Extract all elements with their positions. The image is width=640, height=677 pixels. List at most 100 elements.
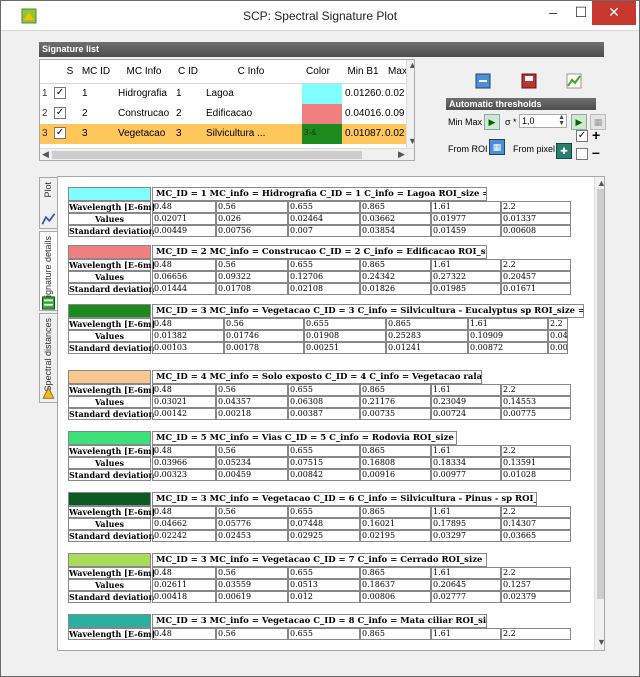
scroll-down-icon[interactable]: ▼ <box>597 637 604 647</box>
value-cell: 0.655 <box>288 445 360 457</box>
c-info-cell[interactable]: Silvicultura ... <box>206 128 296 139</box>
table-header: S MC ID MC Info C ID C Info Color Min B1… <box>40 60 414 84</box>
value-cell: 2.2 <box>548 318 568 330</box>
col-header-mc-info[interactable]: MC Info <box>114 66 174 77</box>
value-cell: 0.48 <box>152 201 216 213</box>
tab-signature-details-label: Signature details <box>43 236 53 304</box>
c-id-cell[interactable]: 2 <box>176 108 182 119</box>
add-checkbox[interactable]: ✓ <box>576 130 588 142</box>
table-vertical-scrollbar[interactable]: ▲ ▼ <box>406 60 414 148</box>
mc-id-cell[interactable]: 1 <box>82 88 88 99</box>
value-cell: 0.865 <box>360 628 431 640</box>
export-signature-icon[interactable] <box>521 73 537 89</box>
value-cell: 0.03021 <box>152 396 216 408</box>
value-cell: 0.865 <box>360 445 431 457</box>
from-pixel-button[interactable]: ✚ <box>556 143 572 159</box>
row-checkbox[interactable]: ✓ <box>54 87 66 99</box>
mc-info-cell[interactable]: Hidrografia <box>118 88 167 99</box>
tab-plot[interactable]: Plot <box>39 177 57 229</box>
table-horizontal-scrollbar[interactable]: ◀ ▶ <box>40 148 414 160</box>
col-header-mc-id[interactable]: MC ID <box>80 66 112 77</box>
color-swatch[interactable] <box>302 104 342 124</box>
row-label: Standard deviation <box>68 283 155 295</box>
row-label: Standard deviation <box>68 225 155 237</box>
value-cell: 0.05776 <box>216 518 288 530</box>
value-cell: 0.27322 <box>431 271 501 283</box>
sigma-spinbox[interactable]: 1,0 ▲ ▼ <box>519 114 567 128</box>
value-cell: 0.48 <box>152 506 216 518</box>
signature-details-panel[interactable]: MC_ID = 1 MC_info = Hidrografia C_ID = 1… <box>57 176 605 651</box>
scroll-thumb[interactable] <box>52 151 362 159</box>
value-cell: 0.14553 <box>501 396 571 408</box>
row-checkbox[interactable]: ✓ <box>54 127 66 139</box>
c-id-cell[interactable]: 1 <box>176 88 182 99</box>
value-cell: 0.48 <box>152 628 216 640</box>
spin-arrows-icon[interactable]: ▲ ▼ <box>558 114 565 127</box>
c-id-cell[interactable]: 3 <box>176 128 182 139</box>
value-cell: 0.00756 <box>216 225 288 237</box>
scroll-right-icon[interactable]: ▶ <box>398 149 405 160</box>
min-b1-cell: 0.01087... <box>345 128 385 139</box>
value-cell: 0.00103 <box>152 342 224 354</box>
c-info-cell[interactable]: Lagoa <box>206 88 296 99</box>
value-cell: 0.48 <box>152 445 216 457</box>
value-cell: 0.04415 <box>548 330 568 342</box>
value-cell: 1.61 <box>468 318 548 330</box>
scroll-up-icon[interactable]: ▲ <box>597 178 604 188</box>
mc-info-cell[interactable]: Construcao <box>118 108 169 119</box>
value-cell: 0.56 <box>216 445 288 457</box>
min-max-button[interactable]: ▶ <box>484 114 500 130</box>
value-cell: 0.00724 <box>431 408 501 420</box>
value-cell: 0.14307 <box>501 518 571 530</box>
value-cell: 0.1257 <box>501 579 571 591</box>
color-swatch[interactable]: 3-& <box>302 124 342 144</box>
row-label: Wavelength [E-6m] <box>68 201 156 213</box>
scroll-thumb[interactable] <box>597 189 604 599</box>
c-info-cell[interactable]: Edificacao <box>206 108 296 119</box>
mc-info-cell[interactable]: Vegetacao <box>118 128 165 139</box>
mc-id-cell[interactable]: 3 <box>82 128 88 139</box>
signature-color-swatch <box>68 431 151 445</box>
scroll-up-icon[interactable]: ▲ <box>408 60 414 70</box>
mc-id-cell[interactable]: 2 <box>82 108 88 119</box>
table-row-selected[interactable]: 3 ✓ 3 Vegetacao 3 Silvicultura ... 3-& 0… <box>40 124 406 144</box>
plus-icon: + <box>592 127 601 143</box>
col-header-color[interactable]: Color <box>298 66 338 77</box>
tab-spectral-distances[interactable]: Spectral distances <box>39 313 57 403</box>
table-row[interactable]: 2 ✓ 2 Construcao 2 Edificacao 0.04016...… <box>40 104 406 124</box>
minimize-button[interactable]: – <box>538 1 568 25</box>
signature-title: MC_ID = 2 MC_info = Construcao C_ID = 2 … <box>152 245 487 259</box>
value-cell: 0.00142 <box>152 408 216 420</box>
value-cell: 0.865 <box>386 318 468 330</box>
value-cell: 0.00218 <box>216 408 288 420</box>
max-b1-cell: 0.02118... <box>385 128 405 139</box>
col-header-min-b1[interactable]: Min B1 <box>342 66 384 77</box>
table-row[interactable]: 1 ✓ 1 Hidrografia 1 Lagoa 0.01260... 0.0… <box>40 84 406 104</box>
value-cell: 0.655 <box>288 628 360 640</box>
signature-list-table[interactable]: S MC ID MC Info C ID C Info Color Min B1… <box>39 59 415 161</box>
scroll-down-icon[interactable]: ▼ <box>408 136 414 146</box>
sigma-apply-button[interactable]: ▶ <box>571 114 587 130</box>
value-cell: 0.03297 <box>431 530 501 542</box>
row-checkbox[interactable]: ✓ <box>54 107 66 119</box>
value-cell: 2.2 <box>501 259 571 271</box>
close-button[interactable]: ✕ <box>592 1 636 25</box>
col-header-s[interactable]: S <box>64 66 76 77</box>
value-cell: 0.09322 <box>216 271 288 283</box>
col-header-c-id[interactable]: C ID <box>174 66 202 77</box>
from-roi-button[interactable]: ▦ <box>489 139 505 155</box>
plot-chart-icon[interactable] <box>566 73 582 89</box>
col-header-c-info[interactable]: C Info <box>206 66 296 77</box>
remove-checkbox[interactable] <box>576 148 588 160</box>
row-label: Values <box>68 330 151 342</box>
tab-signature-details[interactable]: Signature details <box>39 231 57 311</box>
value-cell: 0.03665 <box>501 530 571 542</box>
scroll-left-icon[interactable]: ◀ <box>42 149 49 160</box>
value-cell: 0.655 <box>288 259 360 271</box>
value-cell: 1.61 <box>431 628 501 640</box>
details-vertical-scrollbar[interactable]: ▲ ▼ <box>594 177 604 650</box>
color-swatch[interactable] <box>302 84 342 104</box>
value-cell: 2.2 <box>501 201 571 213</box>
title-bar[interactable]: SCP: Spectral Signature Plot – ☐ ✕ <box>1 1 639 31</box>
remove-signature-icon[interactable] <box>475 73 491 89</box>
